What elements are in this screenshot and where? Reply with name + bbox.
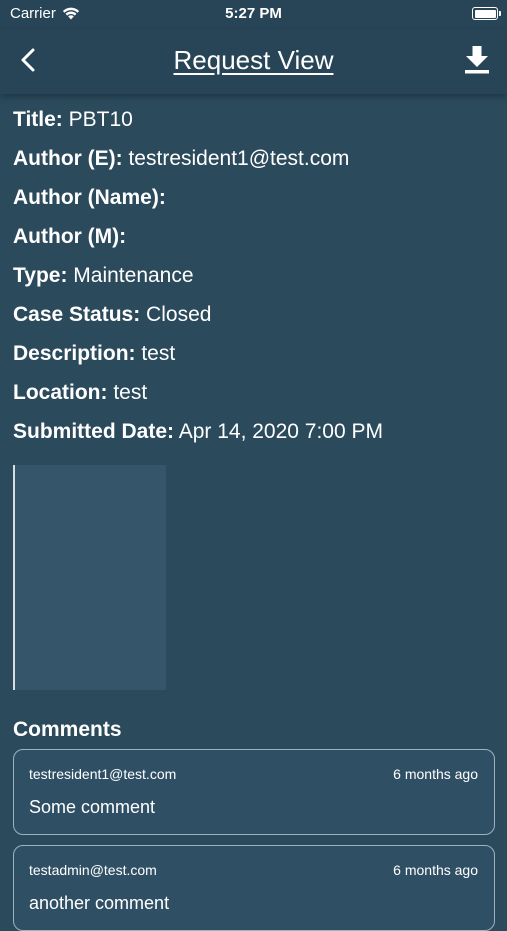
detail-label: Case Status:	[13, 303, 141, 326]
detail-row-author-name: Author (Name):	[13, 184, 493, 223]
comments-heading: Comments	[13, 718, 122, 741]
detail-row-case-status: Case Status: Closed	[13, 301, 493, 340]
comment-author: testresident1@test.com	[29, 766, 177, 782]
detail-row-type: Type: Maintenance	[13, 262, 493, 301]
comment-text: Some comment	[29, 797, 156, 817]
detail-label: Author (M):	[13, 225, 127, 248]
detail-label: Title:	[13, 108, 63, 131]
comment-author: testadmin@test.com	[29, 862, 157, 878]
detail-label: Author (Name):	[13, 186, 166, 209]
detail-value: PBT10	[62, 108, 133, 131]
detail-row-description: Description: test	[13, 340, 493, 379]
detail-value: test	[135, 342, 176, 365]
detail-label: Location:	[13, 381, 108, 404]
status-bar: Carrier 5:27 PM	[0, 0, 507, 30]
detail-row-submitted-date: Submitted Date: Apr 14, 2020 7:00 PM	[13, 418, 493, 457]
detail-value: Apr 14, 2020 7:00 PM	[174, 420, 383, 443]
detail-row-location: Location: test	[13, 379, 493, 418]
detail-label: Author (E):	[13, 147, 123, 170]
comment-time: 6 months ago	[393, 766, 478, 782]
detail-value: testresident1@test.com	[122, 147, 350, 170]
detail-label: Description:	[13, 342, 136, 365]
detail-row-author-email: Author (E): testresident1@test.com	[13, 145, 493, 184]
comment-card: testadmin@test.com 6 months ago another …	[13, 845, 495, 931]
battery-icon	[472, 7, 501, 20]
download-button[interactable]	[463, 44, 491, 76]
comment-time: 6 months ago	[393, 862, 478, 878]
status-time: 5:27 PM	[225, 5, 282, 22]
download-icon	[465, 46, 489, 74]
detail-label: Submitted Date:	[13, 420, 175, 443]
detail-row-author-mobile: Author (M):	[13, 223, 493, 262]
detail-row-title: Title: PBT10	[13, 106, 493, 145]
request-details: Title: PBT10 Author (E): testresident1@t…	[13, 106, 493, 457]
detail-label: Type:	[13, 264, 68, 287]
nav-bar: Request View	[0, 30, 507, 94]
comment-card: testresident1@test.com 6 months ago Some…	[13, 749, 495, 835]
detail-value: test	[107, 381, 148, 404]
detail-value: Closed	[140, 303, 212, 326]
attachment-image[interactable]	[13, 465, 166, 690]
detail-value: Maintenance	[67, 264, 194, 287]
page-title: Request View	[173, 45, 334, 75]
comment-text: another comment	[29, 893, 170, 913]
